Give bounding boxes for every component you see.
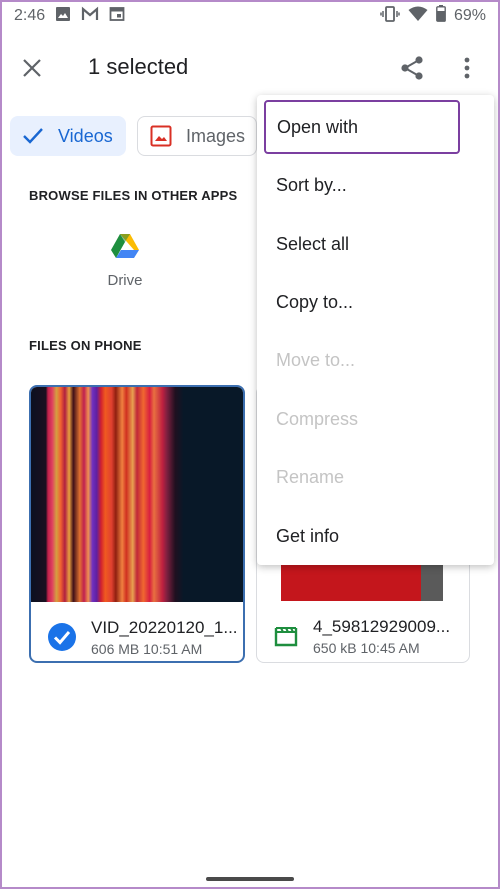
drive-app-label: Drive xyxy=(107,272,143,289)
file-meta: 606 MB 10:51 AM xyxy=(91,641,238,657)
battery-icon xyxy=(436,5,446,27)
google-drive-icon xyxy=(111,234,139,258)
drive-app-shortcut[interactable]: Drive xyxy=(100,232,150,289)
file-size: 650 kB xyxy=(313,639,357,656)
menu-item-get-info[interactable]: Get info xyxy=(257,509,494,563)
filter-chip-videos[interactable]: Videos xyxy=(10,116,126,156)
close-icon xyxy=(23,59,41,77)
menu-item-select-all[interactable]: Select all xyxy=(257,217,494,271)
calendar-icon xyxy=(109,6,125,27)
more-vert-icon xyxy=(464,57,470,79)
status-bar: 2:46 69% xyxy=(0,0,500,32)
check-icon xyxy=(23,128,43,144)
file-info: VID_20220120_1... 606 MB 10:51 AM xyxy=(31,609,243,661)
share-button[interactable] xyxy=(398,54,426,82)
top-app-bar: 1 selected xyxy=(0,40,500,96)
files-section-title: FILES ON PHONE xyxy=(29,338,142,353)
browse-section-title: BROWSE FILES IN OTHER APPS xyxy=(29,188,238,203)
selection-title: 1 selected xyxy=(88,54,189,79)
file-time: 10:45 AM xyxy=(360,639,420,656)
gmail-icon xyxy=(81,6,99,27)
menu-item-open-with[interactable]: Open with xyxy=(264,100,460,154)
status-time: 2:46 xyxy=(14,7,46,24)
image-icon xyxy=(150,125,172,147)
menu-item-compress: Compress xyxy=(276,408,359,429)
vibrate-icon xyxy=(380,5,400,27)
photos-icon xyxy=(55,6,71,27)
close-selection-button[interactable] xyxy=(18,54,46,82)
more-options-button[interactable] xyxy=(455,54,479,82)
file-info: 4_59812929009... 650 kB 10:45 AM xyxy=(257,608,469,662)
menu-item-copy-to[interactable]: Copy to... xyxy=(257,275,494,329)
file-size: 606 MB xyxy=(91,640,140,657)
menu-item-rename: Rename xyxy=(276,466,345,487)
file-meta: 650 kB 10:45 AM xyxy=(313,640,450,656)
menu-item-sort-by[interactable]: Sort by... xyxy=(257,158,494,212)
selected-check-icon[interactable] xyxy=(47,622,77,652)
thumbnail-image-dark xyxy=(421,561,443,601)
battery-percent: 69% xyxy=(453,7,486,24)
file-time: 10:51 AM xyxy=(143,640,203,657)
file-name: VID_20220120_1... xyxy=(91,617,238,637)
overflow-menu: Open with Sort by... Select all Copy to.… xyxy=(257,95,494,565)
video-thumbnail xyxy=(31,387,243,602)
share-icon xyxy=(401,56,423,80)
filter-chip-label: Videos xyxy=(58,125,113,146)
wifi-icon xyxy=(408,6,428,27)
file-name: 4_59812929009... xyxy=(313,616,451,636)
menu-item-move-to: Move to... xyxy=(276,349,356,370)
home-gesture-bar[interactable] xyxy=(206,877,294,881)
file-card[interactable]: VID_20220120_1... 606 MB 10:51 AM xyxy=(29,385,245,663)
video-file-icon xyxy=(274,627,298,647)
thumbnail-image-red xyxy=(281,561,443,601)
filter-chip-label: Images xyxy=(186,125,246,146)
filter-chip-images[interactable]: Images xyxy=(137,116,257,156)
